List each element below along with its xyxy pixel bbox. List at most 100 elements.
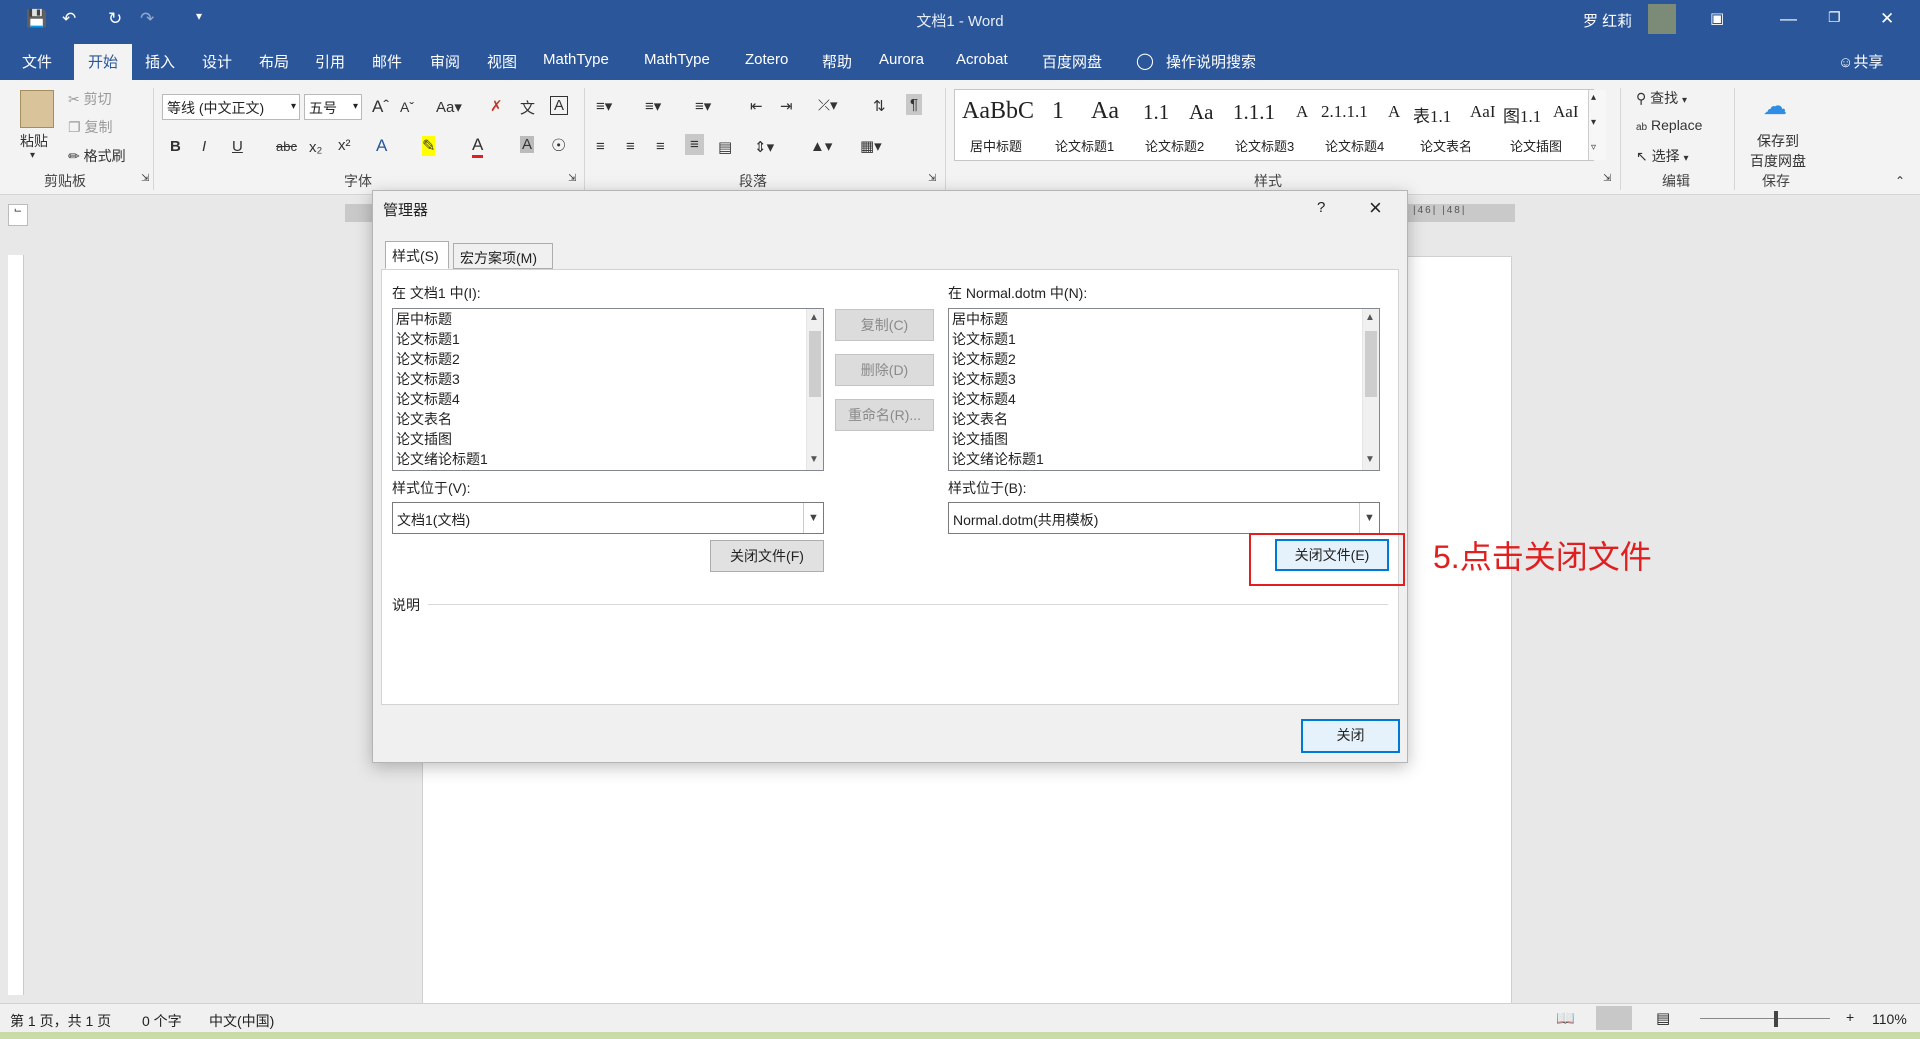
avatar[interactable] <box>1648 4 1676 34</box>
font-launcher-icon[interactable]: ⇲ <box>568 173 576 184</box>
tab-references[interactable]: 引用 <box>315 51 345 72</box>
list-item[interactable]: 论文标题3 <box>949 369 1379 389</box>
character-shading-icon[interactable]: A <box>520 136 535 153</box>
right-location-select[interactable]: Normal.dotm(共用模板) ▼ <box>948 502 1380 534</box>
show-marks-icon[interactable]: ¶ <box>906 94 923 115</box>
style-preview[interactable]: AaBbC <box>962 98 1034 138</box>
delete-button[interactable]: 删除(D) <box>835 354 934 386</box>
shrink-font-icon[interactable]: Aˇ <box>400 99 414 115</box>
align-center-icon[interactable]: ≡ <box>626 138 635 155</box>
word-count[interactable]: 0 个字 <box>142 1011 182 1031</box>
help-icon[interactable]: ? <box>1317 199 1325 216</box>
align-right-icon[interactable]: ≡ <box>656 138 665 155</box>
tab-review[interactable]: 审阅 <box>430 51 460 72</box>
zoom-slider[interactable] <box>1700 1018 1830 1019</box>
tab-help[interactable]: 帮助 <box>822 51 852 72</box>
page-count[interactable]: 第 1 页，共 1 页 <box>10 1011 111 1031</box>
scrollbar-thumb[interactable] <box>1365 331 1377 397</box>
strikethrough-icon[interactable]: abc <box>276 139 297 154</box>
vertical-ruler[interactable] <box>8 255 24 995</box>
zoom-slider-thumb[interactable] <box>1774 1011 1778 1027</box>
tab-aurora[interactable]: Aurora <box>879 51 924 68</box>
select-button[interactable]: ↖ 选择 ▾ <box>1636 146 1689 166</box>
scrollbar-thumb[interactable] <box>809 331 821 397</box>
paste-dropdown-icon[interactable]: ▾ <box>30 150 35 161</box>
italic-icon[interactable]: I <box>202 138 206 155</box>
chevron-up-icon[interactable]: ▴ <box>1591 92 1596 103</box>
left-styles-list[interactable]: 居中标题 论文标题1 论文标题2 论文标题3 论文标题4 论文表名 论文插图 论… <box>392 308 824 471</box>
style-preview[interactable]: A <box>1388 102 1400 142</box>
tab-acrobat[interactable]: Acrobat <box>956 51 1008 68</box>
underline-icon[interactable]: U <box>232 138 243 155</box>
character-border-icon[interactable]: A <box>550 96 569 115</box>
chevron-down-icon[interactable]: ▼ <box>1365 454 1375 465</box>
style-preview[interactable]: 1 <box>1052 98 1064 138</box>
tab-mailings[interactable]: 邮件 <box>372 51 402 72</box>
find-button[interactable]: ⚲ 查找 ▾ <box>1636 88 1687 108</box>
tab-view[interactable]: 视图 <box>487 51 517 72</box>
bold-icon[interactable]: B <box>170 138 181 155</box>
close-button[interactable]: 关闭 <box>1301 719 1400 753</box>
styles-launcher-icon[interactable]: ⇲ <box>1603 173 1611 184</box>
style-preview[interactable]: Aa <box>1091 98 1119 138</box>
close-dialog-icon[interactable]: × <box>1369 195 1382 221</box>
web-layout-icon[interactable]: ▤ <box>1656 1009 1670 1027</box>
replace-button[interactable]: ab Replace <box>1636 117 1702 133</box>
increase-indent-icon[interactable]: ⇥ <box>780 97 793 115</box>
repeat-icon[interactable]: ↷ <box>140 9 154 29</box>
scrollbar[interactable]: ▲ ▼ <box>806 309 823 470</box>
list-item[interactable]: 论文表名 <box>393 409 823 429</box>
close-window-icon[interactable]: ✕ <box>1880 9 1894 29</box>
print-layout-icon[interactable] <box>1596 1006 1632 1030</box>
language-indicator[interactable]: 中文(中国) <box>209 1011 274 1031</box>
borders-icon[interactable]: ▦▾ <box>860 137 882 155</box>
close-file-left-button[interactable]: 关闭文件(F) <box>710 540 824 572</box>
style-preview[interactable]: Aa <box>1189 100 1214 140</box>
user-name[interactable]: 罗 红莉 <box>1583 10 1632 31</box>
chevron-up-icon[interactable]: ▲ <box>809 312 819 323</box>
list-item[interactable]: 论文绪论标题1 <box>949 449 1379 469</box>
share-button[interactable]: ☺共享 <box>1838 51 1883 72</box>
font-color-icon[interactable]: A <box>472 135 484 158</box>
enclose-characters-icon[interactable]: ☉ <box>551 136 566 156</box>
list-item[interactable]: 论文标题1 <box>393 329 823 349</box>
style-preview[interactable]: 1.1 <box>1143 100 1169 140</box>
list-item[interactable]: 居中标题 <box>949 309 1379 329</box>
tab-selector-icon[interactable]: ⌙ <box>8 204 28 226</box>
list-item[interactable]: 论文标题2 <box>949 349 1379 369</box>
grow-font-icon[interactable]: Aˆ <box>372 97 389 117</box>
list-item[interactable]: 论文标题1 <box>949 329 1379 349</box>
style-preview[interactable]: 1.1.1 <box>1233 100 1275 140</box>
tab-insert[interactable]: 插入 <box>145 51 175 72</box>
copy-button[interactable]: 复制(C) <box>835 309 934 341</box>
chevron-down-icon[interactable]: ▼ <box>803 503 823 533</box>
shading-icon[interactable]: ▲▾ <box>810 137 832 155</box>
style-preview[interactable]: AaI <box>1470 102 1495 142</box>
minimize-icon[interactable]: — <box>1780 9 1797 29</box>
subscript-icon[interactable]: x₂ <box>309 139 322 156</box>
bullets-icon[interactable]: ≡▾ <box>596 97 612 115</box>
chevron-down-icon[interactable]: ▼ <box>809 454 819 465</box>
more-styles-icon[interactable]: ▿ <box>1591 142 1596 153</box>
customize-quick-access-icon[interactable]: ▾ <box>196 9 202 23</box>
line-spacing-icon[interactable]: ⇕▾ <box>754 138 774 156</box>
tab-baidu-netdisk[interactable]: 百度网盘 <box>1042 51 1102 72</box>
tab-mathtype-1[interactable]: MathType <box>543 51 609 68</box>
numbering-icon[interactable]: ≡▾ <box>645 97 661 115</box>
chevron-down-icon[interactable]: ▼ <box>1359 503 1379 533</box>
baidu-cloud-icon[interactable]: ☁ <box>1763 92 1787 121</box>
list-item[interactable]: 论文表名 <box>949 409 1379 429</box>
align-left-icon[interactable]: ≡ <box>596 138 605 155</box>
tab-file[interactable]: 文件 <box>22 51 52 72</box>
tab-layout[interactable]: 布局 <box>259 51 289 72</box>
font-name-combo[interactable]: 等线 (中文正文) ▾ <box>162 94 300 120</box>
chinese-layout-icon[interactable]: ⤫▾ <box>818 96 838 114</box>
zoom-in-icon[interactable]: + <box>1846 1009 1854 1025</box>
text-effects-icon[interactable]: A <box>376 136 387 156</box>
list-item[interactable]: 论文插图 <box>949 429 1379 449</box>
superscript-icon[interactable]: x² <box>338 137 351 154</box>
tab-design[interactable]: 设计 <box>202 51 232 72</box>
tab-zotero[interactable]: Zotero <box>745 51 788 68</box>
collapse-ribbon-icon[interactable]: ⌃ <box>1895 174 1905 188</box>
list-item[interactable]: 居中标题 <box>393 309 823 329</box>
